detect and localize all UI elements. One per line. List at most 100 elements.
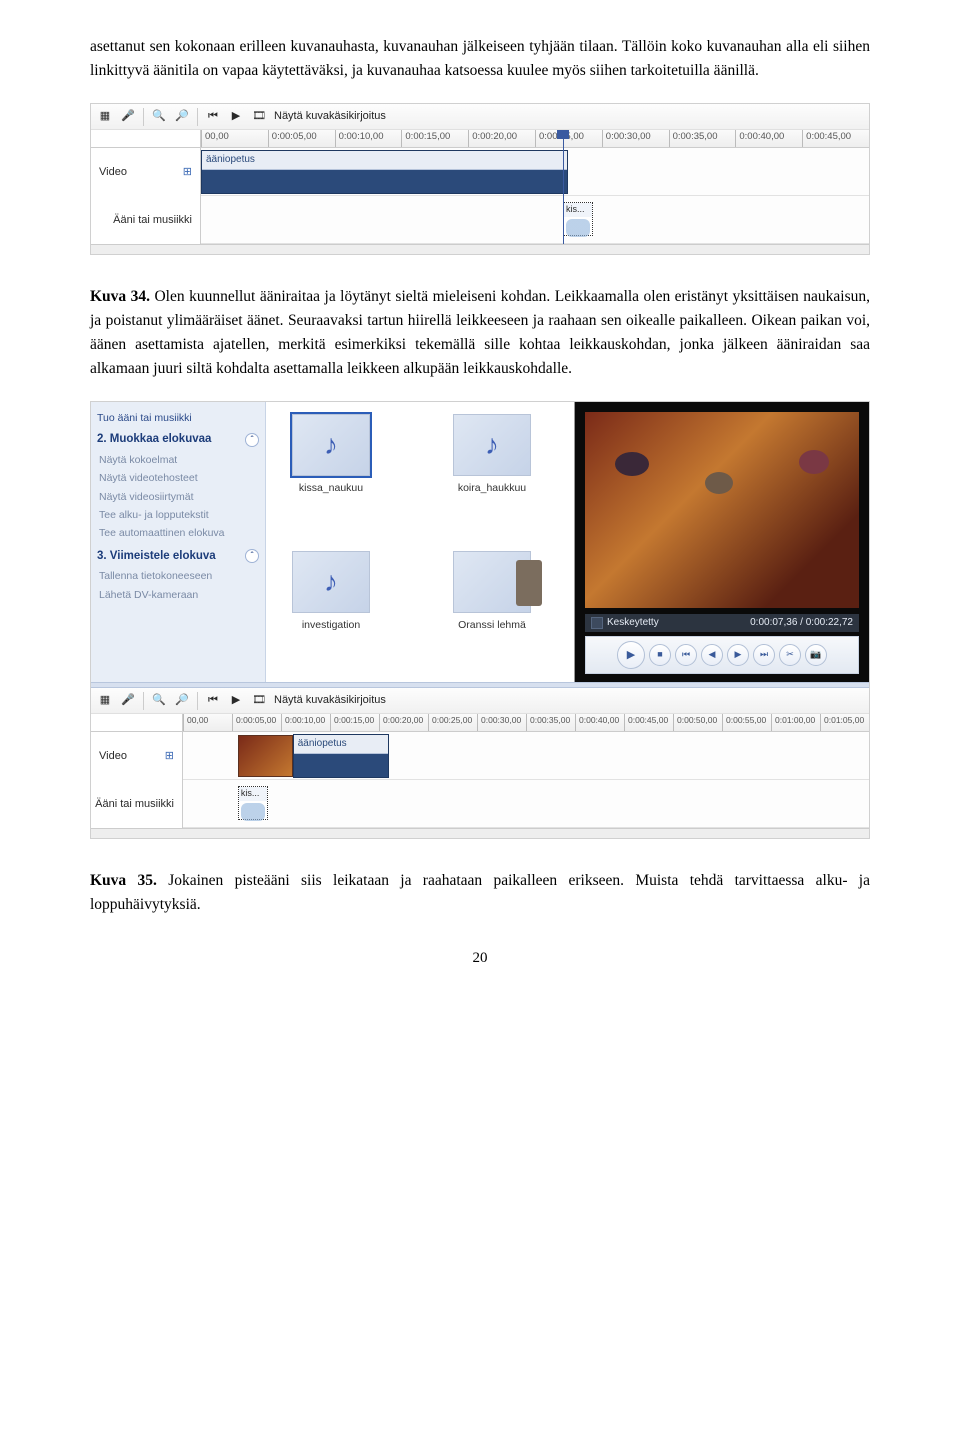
tasks-sidebar: Tuo ääni tai musiikki 2. Muokkaa elokuva… [91, 402, 266, 682]
sidebar-sublink[interactable]: Tee alku- ja lopputekstit [97, 506, 259, 524]
video-track-label: Video [99, 164, 127, 181]
play-icon[interactable]: ▶ [228, 693, 244, 709]
audio-thumbnail[interactable]: ♪ [292, 551, 370, 613]
video-clip[interactable]: ääniopetus [293, 734, 389, 778]
preview-frame[interactable] [585, 412, 859, 608]
track-labels: Video Ääni tai musiikki [91, 714, 183, 828]
sidebar-sublink[interactable]: Tallenna tietokoneeseen [97, 567, 259, 585]
audio-clip[interactable]: kis... [563, 202, 593, 236]
timeline-tracks[interactable]: 00,00 0:00:05,00 0:00:10,00 0:00:15,00 0… [183, 714, 869, 828]
frame-detail [799, 450, 829, 474]
ruler-tick: 0:00:45,00 [624, 714, 673, 731]
status-text: Keskeytetty [607, 615, 659, 631]
item-caption: investigation [302, 617, 360, 633]
show-storyboard-button[interactable]: Näytä kuvakäsikirjoitus [274, 692, 386, 709]
split-button[interactable]: ✂ [779, 644, 801, 666]
video-clip[interactable]: ääniopetus [201, 150, 568, 194]
frame-detail [705, 472, 733, 494]
prev-button[interactable]: ⏮ [675, 644, 697, 666]
play-icon[interactable]: ▶ [228, 109, 244, 125]
video-thumbnail[interactable] [453, 551, 531, 613]
rewind-icon[interactable]: ⏮ [205, 109, 221, 125]
show-storyboard-button[interactable]: Näytä kuvakäsikirjoitus [274, 108, 386, 125]
sidebar-sublink[interactable]: Näytä videotehosteet [97, 469, 259, 487]
playhead[interactable] [563, 130, 564, 244]
ruler-tick: 0:00:55,00 [722, 714, 771, 731]
page-number: 20 [90, 947, 870, 970]
chevron-up-icon[interactable]: ˆ [245, 549, 259, 563]
stop-button[interactable]: ■ [649, 644, 671, 666]
audio-clip[interactable]: kis... [238, 786, 268, 820]
timeline-toolbar: ▦ 🎤 🔍 🔎 ⏮ ▶ 🎞 Näytä kuvakäsikirjoitus [91, 688, 869, 714]
sidebar-sublink[interactable]: Tee automaattinen elokuva [97, 524, 259, 542]
sidebar-step-3[interactable]: 3. Viimeistele elokuva ˆ [97, 548, 259, 566]
collection-item[interactable]: ♪ kissa_naukuu [276, 414, 386, 533]
video-track[interactable]: ääniopetus [201, 148, 869, 196]
audio-thumbnail[interactable]: ♪ [292, 414, 370, 476]
ruler-tick: 0:00:30,00 [477, 714, 526, 731]
ruler-tick: 0:00:35,00 [669, 130, 736, 147]
collection-item[interactable]: Oranssi lehmä [437, 551, 547, 670]
video-track-label: Video [99, 748, 127, 765]
figure-label: Kuva 35. [90, 872, 157, 889]
collection-pane[interactable]: ♪ kissa_naukuu ♪ koira_haukkuu ♪ investi… [266, 402, 574, 682]
video-clip-thumb[interactable] [238, 735, 293, 777]
tasks-pane-icon[interactable]: ▦ [97, 693, 113, 709]
time-ruler[interactable]: 00,00 0:00:05,00 0:00:10,00 0:00:15,00 0… [183, 714, 869, 732]
clip-label: ääniopetus [294, 735, 388, 754]
storyboard-icon[interactable]: 🎞 [251, 693, 267, 709]
step-label: 2. Muokkaa elokuvaa [97, 431, 211, 449]
screenshot-moviemaker: Tuo ääni tai musiikki 2. Muokkaa elokuva… [90, 401, 870, 839]
next-button[interactable]: ⏭ [753, 644, 775, 666]
narration-icon[interactable]: 🎤 [120, 109, 136, 125]
video-track[interactable]: ääniopetus [183, 732, 869, 780]
collection-item[interactable]: ♪ koira_haukkuu [437, 414, 547, 533]
audio-track[interactable]: kis... [183, 780, 869, 828]
player-controls: ▶ ■ ⏮ ◀ ▶ ⏭ ✂ 📷 [585, 636, 859, 674]
ruler-tick: 0:00:30,00 [602, 130, 669, 147]
zoom-out-icon[interactable]: 🔎 [174, 109, 190, 125]
horizontal-scrollbar[interactable] [91, 828, 869, 838]
zoom-out-icon[interactable]: 🔎 [174, 693, 190, 709]
narration-icon[interactable]: 🎤 [120, 693, 136, 709]
step-back-button[interactable]: ◀ [701, 644, 723, 666]
sidebar-step-2[interactable]: 2. Muokkaa elokuvaa ˆ [97, 431, 259, 449]
clip-label: kis... [239, 787, 267, 801]
horizontal-scrollbar[interactable] [91, 244, 869, 254]
ruler-tick: 0:00:10,00 [335, 130, 402, 147]
filmstrip-icon [516, 560, 542, 606]
playhead-marker[interactable] [557, 130, 569, 139]
rewind-icon[interactable]: ⏮ [205, 693, 221, 709]
step-label: 3. Viimeistele elokuva [97, 548, 216, 566]
sidebar-task-link[interactable]: Tuo ääni tai musiikki [97, 410, 259, 426]
status-icon [591, 617, 603, 629]
ruler-tick: 0:00:05,00 [232, 714, 281, 731]
storyboard-icon[interactable]: 🎞 [251, 109, 267, 125]
sidebar-sublink[interactable]: Lähetä DV-kameraan [97, 586, 259, 604]
chevron-up-icon[interactable]: ˆ [245, 433, 259, 447]
clip-label: kis... [564, 203, 592, 217]
ruler-tick: 0:00:25,00 [428, 714, 477, 731]
step-forward-button[interactable]: ▶ [727, 644, 749, 666]
screenshot-timeline-1: ▦ 🎤 🔍 🔎 ⏮ ▶ 🎞 Näytä kuvakäsikirjoitus Vi… [90, 103, 870, 255]
zoom-in-icon[interactable]: 🔍 [151, 109, 167, 125]
sidebar-sublink[interactable]: Näytä videosiirtymät [97, 488, 259, 506]
snapshot-button[interactable]: 📷 [805, 644, 827, 666]
toolbar-separator [197, 692, 198, 710]
music-note-icon: ♪ [324, 423, 338, 466]
figure-text: Olen kuunnellut ääniraitaa ja löytänyt s… [90, 288, 870, 377]
audio-track[interactable]: kis... [201, 196, 869, 244]
zoom-in-icon[interactable]: 🔍 [151, 693, 167, 709]
ruler-tick: 00,00 [201, 130, 268, 147]
ruler-tick: 0:00:15,00 [330, 714, 379, 731]
audio-thumbnail[interactable]: ♪ [453, 414, 531, 476]
play-button[interactable]: ▶ [617, 641, 645, 669]
timeline-tracks[interactable]: 00,00 0:00:05,00 0:00:10,00 0:00:15,00 0… [201, 130, 869, 244]
music-note-icon: ♪ [324, 560, 338, 603]
ruler-tick: 0:00:40,00 [575, 714, 624, 731]
sidebar-sublink[interactable]: Näytä kokoelmat [97, 451, 259, 469]
time-ruler[interactable]: 00,00 0:00:05,00 0:00:10,00 0:00:15,00 0… [201, 130, 869, 148]
tasks-pane-icon[interactable]: ▦ [97, 109, 113, 125]
ruler-tick: 0:00:50,00 [673, 714, 722, 731]
collection-item[interactable]: ♪ investigation [276, 551, 386, 670]
